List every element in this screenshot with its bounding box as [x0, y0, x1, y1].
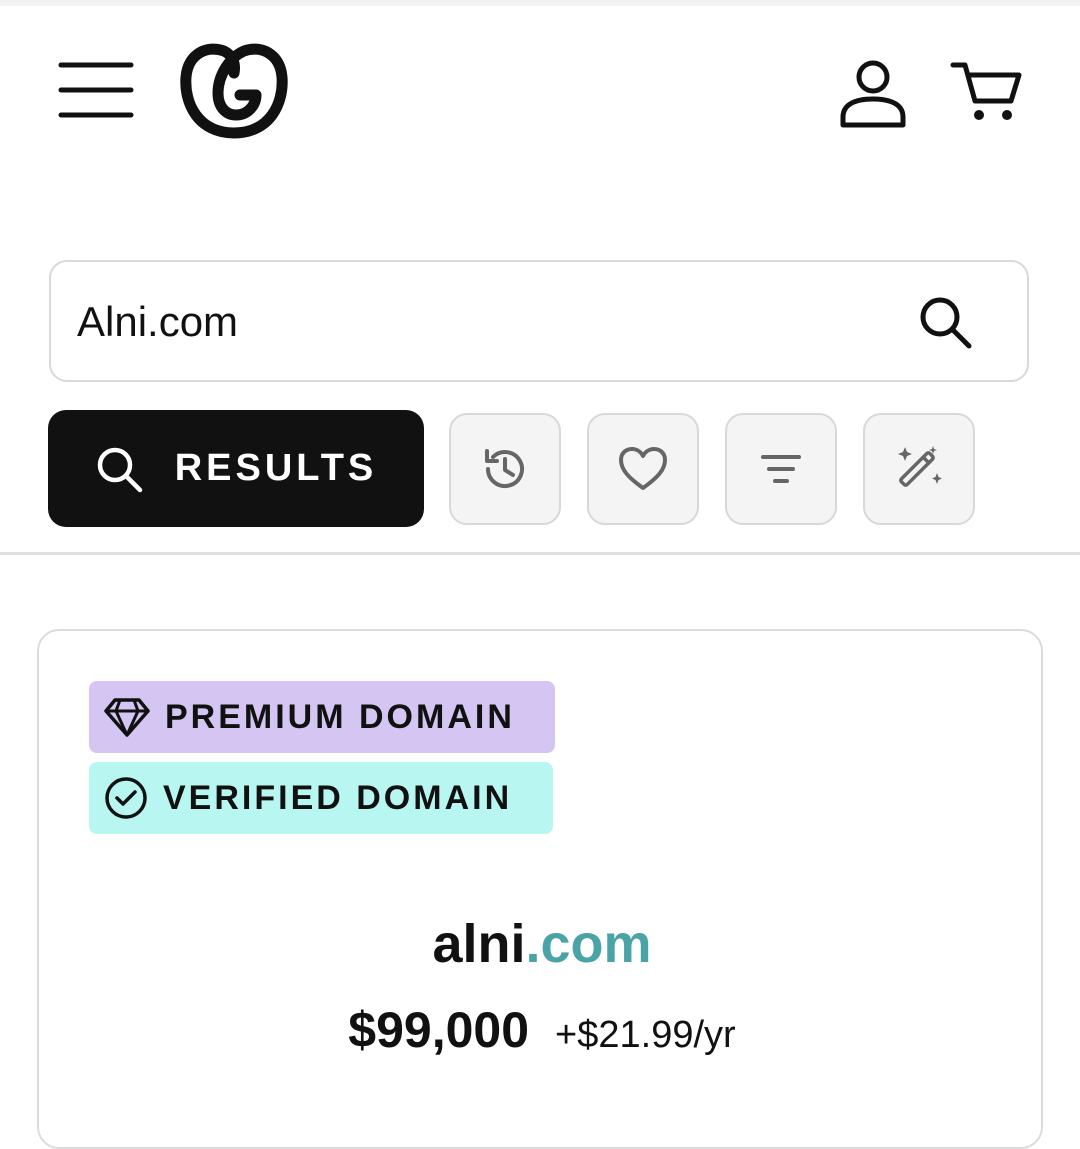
menu-button[interactable]	[56, 58, 136, 122]
domain-result-card: PREMIUM DOMAIN VERIFIED DOMAIN alni.com …	[37, 629, 1043, 1149]
menu-icon	[58, 62, 134, 118]
price-row: $99,000 +$21.99/yr	[39, 1001, 1045, 1059]
check-circle-icon	[105, 777, 147, 819]
filter-button[interactable]	[725, 413, 837, 525]
cart-icon	[950, 62, 1022, 120]
logo-link[interactable]	[176, 40, 292, 142]
status-strip	[0, 0, 1080, 6]
logo-icon	[180, 43, 288, 139]
search-icon	[97, 447, 142, 492]
ai-suggest-button[interactable]	[863, 413, 975, 525]
section-divider	[0, 552, 1080, 555]
heart-icon	[619, 447, 667, 490]
account-icon	[840, 60, 906, 128]
results-button-label: RESULTS	[174, 447, 378, 489]
favorites-button[interactable]	[587, 413, 699, 525]
domain-sld: alni	[432, 914, 526, 974]
history-button[interactable]	[449, 413, 561, 525]
verified-domain-label: VERIFIED DOMAIN	[163, 778, 513, 817]
renewal-price: +$21.99/yr	[555, 1014, 736, 1056]
cart-button[interactable]	[948, 58, 1024, 124]
account-button[interactable]	[836, 56, 910, 130]
results-button[interactable]: RESULTS	[48, 410, 424, 527]
history-icon	[485, 449, 524, 489]
domain-search-input[interactable]	[77, 282, 897, 362]
search-submit-button[interactable]	[913, 290, 977, 354]
domain-search-box	[49, 260, 1029, 382]
magic-wand-icon	[898, 446, 942, 487]
diamond-icon	[104, 698, 150, 737]
domain-name: alni.com	[39, 913, 1045, 975]
domain-price: $99,000	[348, 1002, 530, 1058]
premium-domain-badge: PREMIUM DOMAIN	[89, 681, 555, 753]
premium-domain-label: PREMIUM DOMAIN	[165, 697, 515, 736]
search-icon	[920, 297, 972, 349]
domain-tld: .com	[525, 914, 652, 974]
verified-domain-badge: VERIFIED DOMAIN	[89, 762, 553, 834]
filter-icon	[761, 455, 801, 483]
